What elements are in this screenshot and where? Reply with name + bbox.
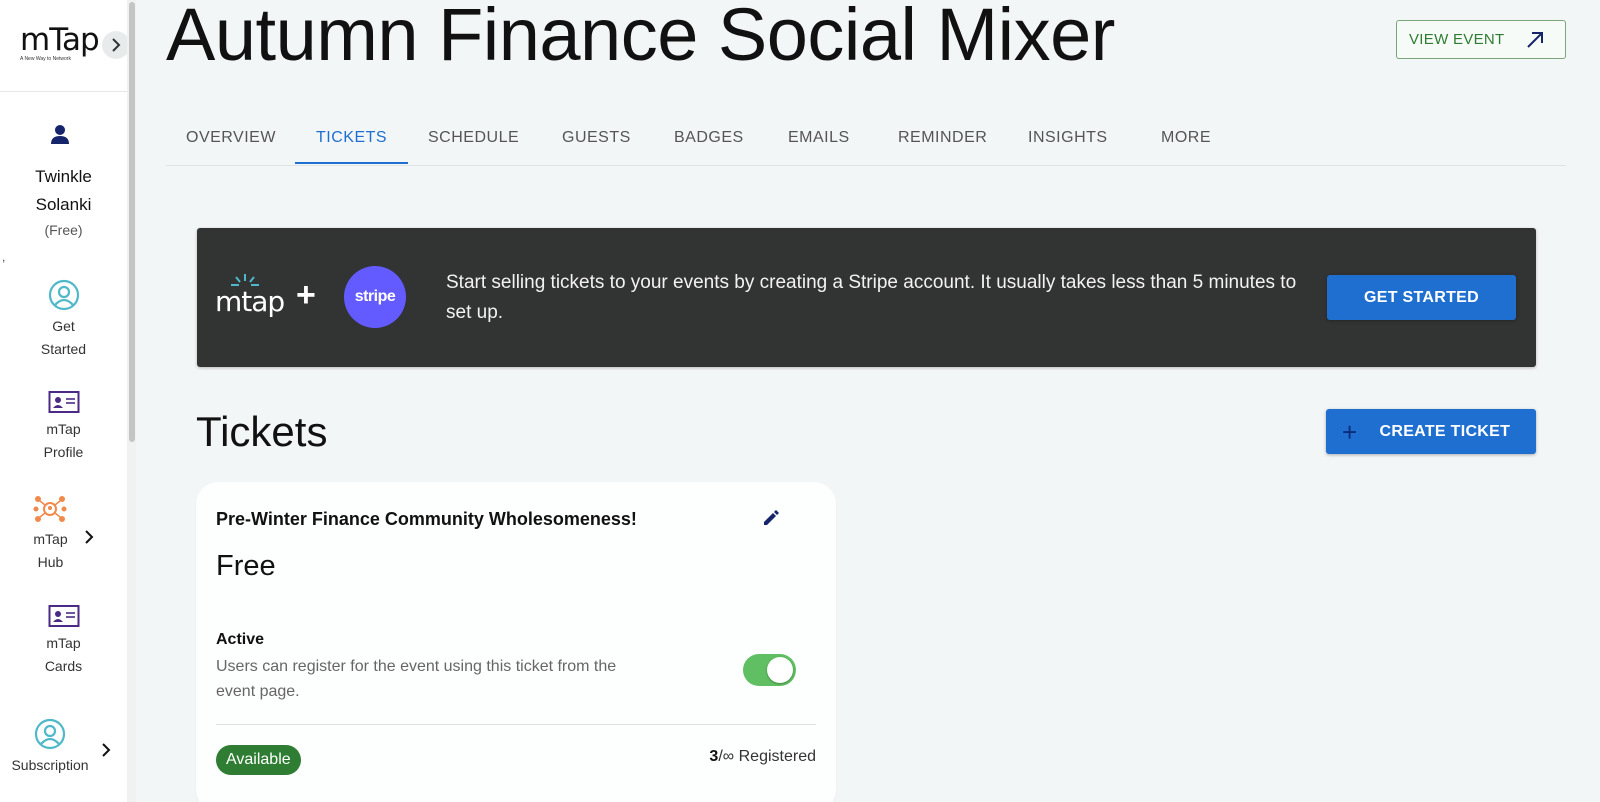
sidebar-item-label: mTap — [33, 531, 68, 547]
sidebar-item-mtap-hub[interactable]: mTap Hub — [0, 494, 127, 574]
chevron-right-icon[interactable] — [101, 743, 111, 757]
tab-badges[interactable]: BADGES — [674, 110, 744, 166]
sidebar-item-mtap-profile[interactable]: mTap Profile — [0, 390, 127, 464]
active-toggle[interactable] — [743, 654, 796, 686]
person-circle-icon — [34, 718, 66, 750]
tab-schedule[interactable]: SCHEDULE — [428, 110, 519, 166]
ticket-name: Pre-Winter Finance Community Wholesomene… — [216, 509, 637, 529]
mtap-banner-logo: mtap — [215, 273, 285, 319]
tab-overview[interactable]: OVERVIEW — [186, 110, 276, 166]
plus-icon: + — [1342, 416, 1358, 447]
toggle-knob — [767, 657, 793, 683]
registered-capacity: /∞ — [718, 748, 735, 765]
sidebar-item-get-started[interactable]: Get Started — [0, 279, 127, 361]
create-ticket-button[interactable]: + CREATE TICKET — [1326, 409, 1536, 454]
sidebar-item-label: mTap — [46, 635, 81, 651]
plus-sign: + — [296, 276, 316, 314]
tab-emails[interactable]: EMAILS — [788, 110, 850, 166]
stripe-logo: stripe — [344, 266, 406, 328]
user-icon — [51, 125, 69, 144]
user-name: Twinkle Solanki — [0, 163, 127, 219]
chevron-right-icon[interactable] — [84, 530, 94, 544]
mtap-banner-logo-text: mtap — [215, 285, 285, 318]
ticket-status-description: Users can register for the event using t… — [216, 658, 617, 700]
user-plan: (Free) — [44, 222, 83, 238]
chevron-right-icon — [112, 38, 121, 52]
id-card-icon — [48, 605, 79, 627]
sidebar-item-label-2: Hub — [37, 554, 64, 570]
ticket-status-label: Active — [216, 631, 265, 648]
registered-label: Registered — [734, 748, 816, 765]
tab-guests[interactable]: GUESTS — [562, 110, 631, 166]
tab-bar: OVERVIEW TICKETS SCHEDULE GUESTS BADGES … — [166, 110, 1566, 166]
tab-reminder[interactable]: REMINDER — [898, 110, 987, 166]
sidebar-item-mtap-cards[interactable]: mTap Cards — [0, 604, 127, 678]
sidebar-item-label: mTap — [46, 421, 81, 437]
registered-number: 3 — [709, 748, 719, 765]
tickets-heading: Tickets — [196, 408, 328, 455]
registered-count: 3/∞ Registered — [709, 748, 816, 766]
active-tab-indicator — [295, 162, 408, 164]
hub-network-icon — [33, 496, 67, 522]
person-circle-icon — [48, 279, 79, 311]
card-divider — [216, 724, 816, 725]
ticket-card: Pre-Winter Finance Community Wholesomene… — [196, 482, 836, 802]
availability-badge: Available — [216, 745, 301, 775]
tab-insights[interactable]: INSIGHTS — [1028, 110, 1108, 166]
sidebar-divider — [0, 91, 127, 92]
logo-text: mTap — [20, 22, 100, 58]
create-ticket-label: CREATE TICKET — [1379, 422, 1511, 440]
sidebar-item-label: Get — [52, 318, 75, 334]
ticket-price: Free — [216, 550, 276, 582]
collapse-sidebar-button[interactable] — [102, 31, 130, 59]
sidebar-item-subscription[interactable]: Subscription — [0, 718, 100, 777]
mtap-logo[interactable]: mTap A New Way to Network — [20, 24, 110, 68]
stripe-banner-message: Start selling tickets to your events by … — [446, 272, 1297, 323]
sidebar-item-label: Subscription — [11, 757, 89, 773]
scrollbar-thumb[interactable] — [129, 2, 135, 442]
tab-more[interactable]: MORE — [1161, 110, 1211, 166]
id-card-icon — [48, 391, 79, 413]
sidebar-item-label-2: Profile — [43, 444, 84, 460]
view-event-label: VIEW EVENT — [1409, 31, 1505, 48]
get-started-button[interactable]: GET STARTED — [1327, 275, 1516, 320]
stray-text: , — [2, 250, 6, 264]
arrow-up-right-icon — [1526, 31, 1543, 48]
user-first-name: Twinkle — [35, 167, 92, 186]
edit-pencil-icon[interactable] — [762, 509, 780, 527]
view-event-button[interactable]: VIEW EVENT — [1396, 20, 1566, 59]
sidebar-item-label-2: Started — [40, 341, 87, 357]
page-title: Autumn Finance Social Mixer — [166, 0, 1115, 76]
user-last-name: Solanki — [35, 195, 92, 214]
sidebar-item-label-2: Cards — [44, 658, 83, 674]
sidebar: mTap A New Way to Network Twinkle Solank… — [0, 0, 136, 802]
tab-tickets[interactable]: TICKETS — [316, 110, 387, 166]
sidebar-scrollbar[interactable] — [127, 0, 136, 802]
